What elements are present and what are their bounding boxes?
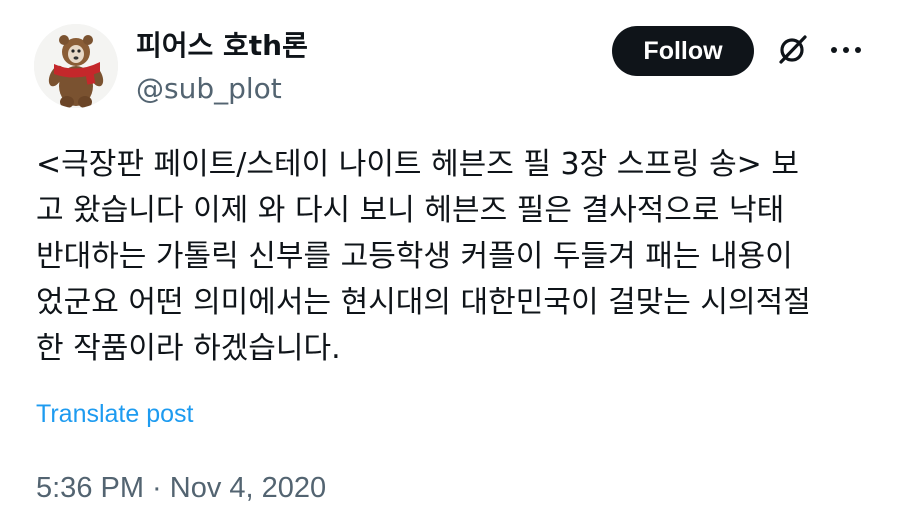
grok-icon[interactable] (774, 32, 810, 68)
post-text-line: 한 작품이라 하겠습니다. (36, 331, 341, 366)
post-timestamp: 5:36 PM · Nov 4, 2020 (36, 468, 326, 508)
more-icon[interactable] (828, 38, 864, 62)
timestamp-separator: · (144, 472, 170, 504)
post-text-line: 었군요 어떤 의미에서는 현시대의 대한민국이 걸맞는 시의적절 (36, 285, 811, 320)
post-text-line: 고 왔습니다 이제 와 다시 보니 헤븐즈 필은 결사적으로 낙태 (36, 193, 785, 228)
display-name[interactable]: 피어스 호th론 (136, 26, 308, 66)
avatar-image (34, 24, 118, 108)
post-text-line: <극장판 페이트/스테이 나이트 헤븐즈 필 3장 스프링 송> 보 (36, 147, 799, 182)
more-icon-glyph (831, 47, 861, 53)
post-text: <극장판 페이트/스테이 나이트 헤븐즈 필 3장 스프링 송> 보 고 왔습니… (36, 142, 872, 372)
follow-button[interactable]: Follow (612, 26, 754, 76)
post-date[interactable]: Nov 4, 2020 (170, 472, 326, 504)
tweet-card: 피어스 호th론 @sub_plot Follow <극장판 페이트/스테이 나… (0, 0, 900, 526)
translate-post-link[interactable]: Translate post (36, 396, 193, 432)
grok-icon-glyph (779, 35, 807, 64)
avatar[interactable] (34, 24, 118, 108)
post-text-line: 반대하는 가톨릭 신부를 고등학생 커플이 두들겨 패는 내용이 (36, 239, 793, 274)
user-handle[interactable]: @sub_plot (136, 70, 282, 108)
post-time[interactable]: 5:36 PM (36, 472, 144, 504)
